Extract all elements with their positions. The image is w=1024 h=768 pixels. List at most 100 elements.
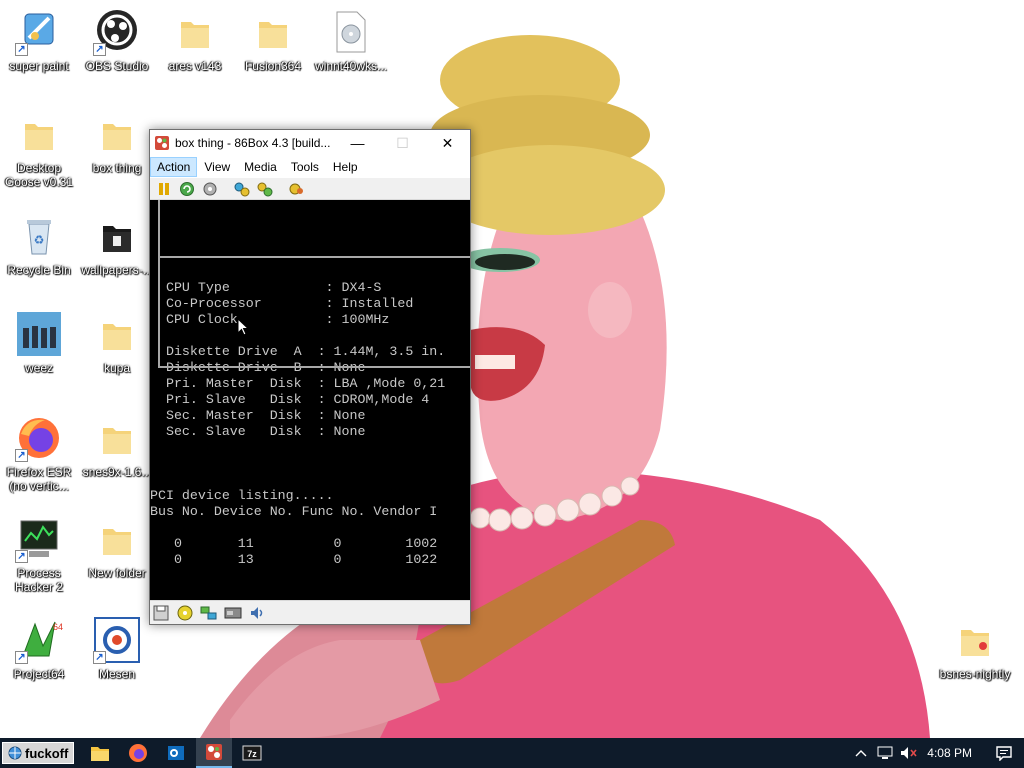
tray-volume[interactable] bbox=[897, 738, 921, 768]
screen-text-line: Diskette Drive B : None bbox=[150, 360, 366, 375]
screen-text-line: CPU Clock : 100MHz bbox=[150, 312, 390, 327]
start-button[interactable]: fuckoff bbox=[2, 742, 75, 764]
desktop-icon-winnt40wks[interactable]: winnt40wks... bbox=[312, 8, 390, 73]
bios-box-divider bbox=[158, 256, 470, 258]
desktop-icon-label: Firefox ESR (no vertic... bbox=[6, 465, 72, 493]
action-center-button[interactable] bbox=[984, 738, 1024, 768]
desktop-icon-kupa[interactable]: kupa bbox=[78, 310, 156, 375]
desktop-icon-label: Desktop Goose v0.31 bbox=[4, 161, 74, 189]
desktop-icon-label: winnt40wks... bbox=[314, 59, 388, 73]
reset-button[interactable] bbox=[177, 180, 197, 198]
screen-text-line bbox=[150, 456, 470, 472]
taskbar-86box[interactable] bbox=[196, 738, 233, 768]
desktop-icon-recycle-bin[interactable]: ♻ Recycle Bin bbox=[0, 212, 78, 277]
screen-text-line bbox=[150, 520, 470, 536]
desktop-icon-label: Fusion364 bbox=[244, 59, 302, 73]
taskbar: fuckoff 7z 4:08 PM bbox=[0, 738, 1024, 768]
mouse-cursor-icon bbox=[237, 318, 249, 336]
close-button[interactable]: ✕ bbox=[425, 130, 470, 156]
minimize-button[interactable]: — bbox=[335, 130, 380, 156]
desktop-icon-wallpapers[interactable]: wallpapers-... bbox=[78, 212, 156, 277]
folder-icon bbox=[93, 515, 141, 563]
sound-status[interactable] bbox=[248, 604, 266, 622]
toolbar bbox=[150, 178, 470, 200]
desktop-icon-label: ares v143 bbox=[168, 59, 222, 73]
folder-icon bbox=[93, 414, 141, 462]
desktop-icon-desktop-goose[interactable]: Desktop Goose v0.31 bbox=[0, 110, 78, 189]
maximize-button[interactable]: ☐ bbox=[380, 130, 425, 156]
shortcut-arrow-icon: ↗ bbox=[93, 651, 106, 664]
window-titlebar[interactable]: box thing - 86Box 4.3 [build... — ☐ ✕ bbox=[150, 130, 470, 156]
86box-icon bbox=[155, 136, 169, 150]
taskbar-firefox[interactable] bbox=[120, 738, 156, 768]
desktop-icon-box-thing[interactable]: box thing bbox=[78, 110, 156, 175]
taskbar-outlook[interactable] bbox=[158, 738, 194, 768]
desktop-icon-ares[interactable]: ares v143 bbox=[156, 8, 234, 73]
network-status[interactable] bbox=[200, 604, 218, 622]
desktop-icon-project64[interactable]: 64 ↗ Project64 bbox=[0, 616, 78, 681]
desktop-icon-process-hacker[interactable]: ↗ Process Hacker 2 bbox=[0, 515, 78, 594]
screen-text-line: Co-Processor : Installed bbox=[150, 296, 414, 311]
folder-icon bbox=[15, 110, 63, 158]
pause-button[interactable] bbox=[154, 180, 174, 198]
desktop-icon-super-paint[interactable]: ↗ super paint bbox=[0, 8, 78, 73]
menu-action[interactable]: Action bbox=[150, 157, 198, 177]
start-globe-icon bbox=[8, 746, 22, 760]
notification-icon bbox=[996, 746, 1012, 761]
desktop-icon-mesen[interactable]: ↗ Mesen bbox=[78, 616, 156, 681]
hard-reset-icon bbox=[257, 182, 273, 196]
process-hacker-icon: ↗ bbox=[15, 515, 63, 563]
settings-icon bbox=[234, 182, 250, 196]
settings-button[interactable] bbox=[232, 180, 252, 198]
desktop-icon-fusion364[interactable]: Fusion364 bbox=[234, 8, 312, 73]
menu-tools[interactable]: Tools bbox=[284, 157, 326, 177]
desktop-icon-new-folder[interactable]: New folder bbox=[78, 515, 156, 580]
ctrl-alt-del-button[interactable] bbox=[200, 180, 220, 198]
screenshot-button[interactable] bbox=[287, 180, 307, 198]
ctrl-alt-del-icon bbox=[203, 182, 217, 195]
screen-text-line: Diskette Drive A : 1.44M, 3.5 in. bbox=[150, 344, 446, 359]
project64-icon: 64 ↗ bbox=[15, 616, 63, 664]
emulated-display[interactable]: CPU Type : DX4-S Co-Processor : Installe… bbox=[150, 200, 470, 600]
menu-media[interactable]: Media bbox=[237, 157, 284, 177]
desktop-icon-label: wallpapers-... bbox=[81, 263, 153, 277]
pause-icon bbox=[159, 182, 169, 195]
emulator-window[interactable]: box thing - 86Box 4.3 [build... — ☐ ✕ Ac… bbox=[149, 129, 471, 625]
hdd-status[interactable] bbox=[224, 604, 242, 622]
desktop-icon-snes9x[interactable]: snes9x-1.6... bbox=[78, 414, 156, 479]
shortcut-arrow-icon: ↗ bbox=[15, 43, 28, 56]
recycle-bin-icon: ♻ bbox=[15, 212, 63, 260]
firefox-icon bbox=[129, 744, 148, 762]
hard-reset-button[interactable] bbox=[255, 180, 275, 198]
taskbar-clock[interactable]: 4:08 PM bbox=[921, 746, 984, 760]
desktop-icon-label: Recycle Bin bbox=[7, 263, 71, 277]
floppy-drive-status[interactable] bbox=[152, 604, 170, 622]
desktop-icon-obs-studio[interactable]: ↗ OBS Studio bbox=[78, 8, 156, 73]
tray-network[interactable] bbox=[873, 738, 897, 768]
screen-text-line: Sec. Master Disk : None bbox=[150, 408, 366, 423]
menu-view[interactable]: View bbox=[197, 157, 237, 177]
folder-icon bbox=[93, 110, 141, 158]
svg-text:♻: ♻ bbox=[34, 233, 45, 247]
desktop-icon-label: Process Hacker 2 bbox=[14, 566, 64, 594]
firefox-icon: ↗ bbox=[15, 414, 63, 462]
statusbar bbox=[150, 600, 470, 624]
cdrom-drive-status[interactable] bbox=[176, 604, 194, 622]
tray-overflow-button[interactable] bbox=[849, 738, 873, 768]
shortcut-arrow-icon: ↗ bbox=[93, 43, 106, 56]
taskbar-file-explorer[interactable] bbox=[82, 738, 118, 768]
desktop-icon-firefox-esr[interactable]: ↗ Firefox ESR (no vertic... bbox=[0, 414, 78, 493]
taskbar-7zip[interactable]: 7z bbox=[234, 738, 270, 768]
desktop-icon-weez[interactable]: weez bbox=[0, 310, 78, 375]
desktop-icon-label: Mesen bbox=[98, 667, 136, 681]
screen-text: CPU Type : DX4-S Co-Processor : Installe… bbox=[150, 280, 470, 600]
floppy-icon bbox=[153, 605, 169, 620]
mesen-icon: ↗ bbox=[93, 616, 141, 664]
desktop-icon-label: OBS Studio bbox=[85, 59, 149, 73]
network-icon bbox=[200, 606, 217, 619]
start-label: fuckoff bbox=[25, 745, 69, 761]
menu-help[interactable]: Help bbox=[326, 157, 365, 177]
desktop-icon-bsnes-nightly[interactable]: bsnes-nightly bbox=[936, 616, 1014, 681]
screen-text-line: 0 11 0 1002 bbox=[150, 536, 438, 551]
desktop-icon-label: Project64 bbox=[13, 667, 65, 681]
